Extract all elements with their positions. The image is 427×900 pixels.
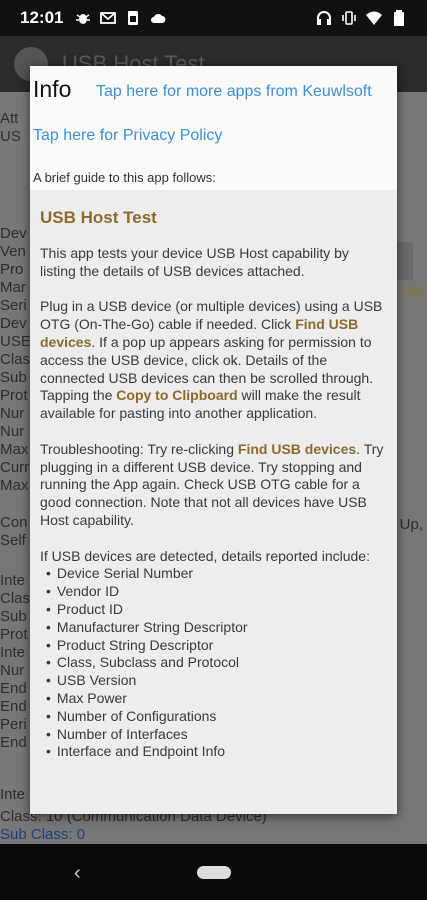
find-usb-devices-highlight: Find USB devices [237,440,357,457]
background-line: Clas [0,351,31,368]
background-line: Ven [0,243,26,260]
detail-list-item: Interface and Endpoint Info [40,743,387,761]
background-line: Max [0,477,29,494]
background-line: End [0,734,27,751]
background-line: Sub Class: 0 [0,826,86,843]
detail-list-item: Class, Subclass and Protocol [40,654,387,672]
troubleshooting-text-1: Troubleshooting: Try re-clicking [40,440,238,457]
home-pill-button[interactable] [197,866,231,879]
background-line: Nur [0,405,25,422]
background-line: Dev [0,315,27,332]
background-line: Seri [0,297,27,314]
navigation-bar: ‹ [0,844,427,900]
status-bar: 12:01 [0,0,427,36]
guide-paragraph-usage: Plug in a USB device (or multiple device… [40,298,387,423]
notification-icons [75,10,166,26]
detail-list-item: Manufacturer String Descriptor [40,619,387,637]
gmail-icon [100,12,117,24]
background-line: End [0,698,27,715]
guide-scroll-area[interactable]: USB Host Test This app tests your device… [30,190,397,814]
bug-icon [76,14,91,24]
background-line: Peri [0,716,27,733]
background-line: Self [0,532,26,549]
background-line: Inte [0,644,26,661]
back-icon[interactable]: ‹ [74,862,81,885]
background-line: Prot [0,387,28,404]
detail-list-item: Device Serial Number [40,565,387,583]
background-line: Curr [0,459,30,476]
detail-list-item: Max Power [40,690,387,708]
background-line: Dev [0,225,27,242]
background-line: End [0,680,27,697]
background-line: Pro [0,261,24,278]
privacy-policy-link[interactable]: Tap here for Privacy Policy [33,127,222,145]
cloud-icon [151,13,166,23]
background-line: Inte [0,572,26,589]
guide-title: USB Host Test [40,208,157,227]
guide-intro: A brief guide to this app follows: [33,170,216,185]
dialog-title: Info [33,76,72,102]
detail-list-item: Vendor ID [40,583,387,601]
background-line: USE [0,333,31,350]
background-line: Att [0,110,19,127]
vibrate-icon [342,11,356,25]
background-line: Inte [0,786,26,803]
detail-list-item: Product ID [40,601,387,619]
system-icons [316,10,407,26]
wifi-icon [366,11,382,25]
detail-list-item: Product String Descriptor [40,637,387,655]
copy-to-clipboard-highlight: Copy to Clipboard [116,387,238,404]
status-time: 12:01 [20,8,64,27]
detail-list-item: USB Version [40,672,387,690]
sim-icon [128,11,139,25]
guide-paragraph-intro: This app tests your device USB Host capa… [40,245,349,279]
details-list: Device Serial NumberVendor IDProduct IDM… [40,565,387,761]
detail-list-item: Number of Interfaces [40,726,387,744]
info-dialog: Info Tap here for more apps from Keuwlso… [30,66,397,814]
background-line: Nur [0,423,25,440]
background-fragment: cc) [403,282,423,299]
background-fragment: Up, [399,516,423,533]
background-line: Sub [0,608,27,625]
background-line: Max [0,441,29,458]
background-line: Sub [0,369,27,386]
more-apps-link[interactable]: Tap here for more apps from Keuwlsoft [96,83,372,101]
dialog-header: Info Tap here for more apps from Keuwlso… [30,66,397,190]
background-line: Clas [0,590,31,607]
background-line: Nur [0,662,25,679]
headset-icon [317,11,331,25]
guide-paragraph-troubleshooting: Troubleshooting: Try re-clicking Find US… [40,441,387,530]
background-line: Prot [0,626,28,643]
background-line: US [0,128,21,145]
detail-list-item: Number of Configurations [40,708,387,726]
background-line: Con [0,514,28,531]
background-line: Mar [0,279,26,296]
guide-paragraph-details: If USB devices are detected, details rep… [40,547,370,564]
battery-icon [394,10,404,26]
